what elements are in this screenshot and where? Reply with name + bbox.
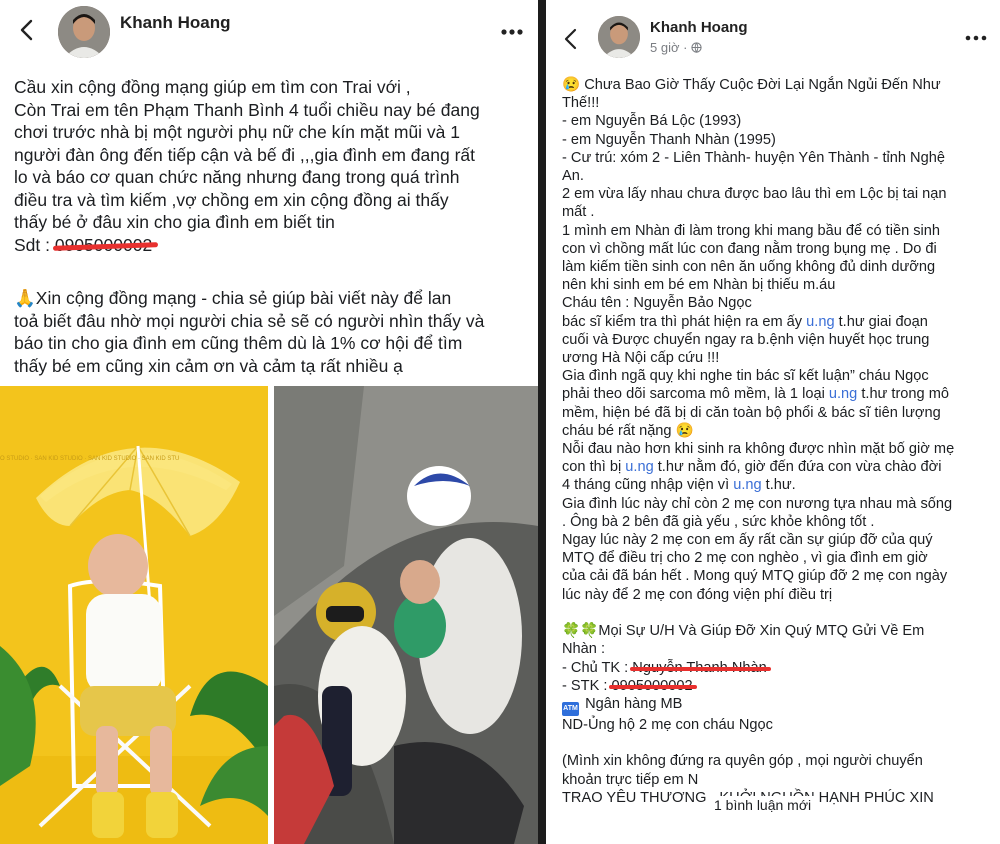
avatar[interactable]: [58, 6, 110, 58]
left-post-header: Khanh Hoang: [0, 0, 538, 58]
text-line: Nhàn :: [562, 641, 605, 658]
crying-face-emoji: 😢: [675, 422, 694, 439]
hashtag-link[interactable]: u.ng: [625, 459, 653, 475]
text-line: điều tra và tìm kiếm ,vợ chồng em xin cộ…: [14, 189, 449, 210]
text-line: Còn Trai em tên Phạm Thanh Bình 4 tuổi c…: [14, 99, 480, 120]
post-author-name[interactable]: Khanh Hoang: [650, 19, 748, 36]
text-line: toả biết đâu nhờ mọi người chia sẻ sẽ có…: [14, 310, 485, 331]
text-line: con vì chồng mất lúc con đang nằm trong …: [562, 240, 937, 257]
text-line: nên khi sinh em bé em Nhàn bị thiếu m.áu: [562, 277, 836, 294]
text-line: 2 em vừa lấy nhau chưa được bao lâu thì …: [562, 186, 947, 203]
text-line: làm kiếm tiền sinh con nên ăn uống không…: [562, 259, 936, 276]
post-title: Thế!!!: [562, 95, 600, 112]
bank-line: ATM Ngân hàng MB: [562, 695, 990, 716]
text-line: Cháu tên : Nguyễn Bảo Ngọc: [562, 295, 752, 312]
globe-icon: [691, 42, 702, 53]
avatar[interactable]: [598, 16, 640, 58]
right-post-body-text: 😢 Chưa Bao Giờ Thấy Cuộc Đời Lại Ngắn Ng…: [562, 76, 990, 807]
text-line: cuối và Được chuyển ngay ra b.ệnh viện h…: [562, 331, 930, 348]
text-line: Cầu xin cộng đồng mạng giúp em tìm con T…: [14, 77, 411, 97]
hashtag-link[interactable]: u.ng: [733, 477, 761, 493]
text-line: ương Hà Nội cấp cứu !!!: [562, 350, 720, 367]
text-line: . Ông bà 2 bên đã già yếu , sức khỏe khô…: [562, 513, 875, 530]
text-line: thấy bé ở đâu xin cho gia đình em biết t…: [14, 212, 335, 232]
account-number-redacted: 0905000002: [609, 677, 697, 694]
atm-icon: ATM: [562, 701, 579, 716]
post-body-paragraph-2: 🙏Xin cộng đồng mạng - chia sẻ giúp bài v…: [14, 287, 526, 377]
text-line: người đàn ông đến tiếp cận và bế đi ,,,g…: [14, 144, 476, 165]
text-line: lo và báo cơ quan chức năng nhưng đang t…: [14, 167, 460, 187]
text-line: - em Nguyễn Thanh Nhàn (1995): [562, 131, 776, 148]
crying-face-emoji: 😢: [562, 77, 581, 93]
right-post-header: Khanh Hoang 5 giờ ·: [546, 0, 1000, 58]
back-arrow-icon[interactable]: [560, 27, 584, 51]
text-line: phải theo dõi sarcoma mô mềm, là 1 loại …: [562, 386, 949, 403]
text-line: - Cư trú: xóm 2 - Liên Thành- huyện Yên …: [562, 149, 945, 166]
back-arrow-icon[interactable]: [16, 18, 40, 42]
text-line: cháu bé rất nặng 😢: [562, 422, 694, 439]
text-line: thấy bé em cũng xin cảm ơn và cảm tạ rất…: [14, 355, 403, 376]
text-line: Ngay lúc này 2 mẹ con em ấy rất cần sự g…: [562, 532, 933, 549]
phone-number-redacted: 0905000002: [54, 234, 153, 255]
text-line: ND-Ủng hộ 2 mẹ con cháu Ngọc: [562, 716, 773, 733]
text-line: lúc này để 2 mẹ con đóng viện phí điều t…: [562, 586, 833, 603]
text-line: 🙏Xin cộng đồng mạng - chia sẻ giúp bài v…: [14, 288, 452, 308]
more-options-icon[interactable]: [498, 22, 526, 42]
post-meta: 5 giờ ·: [650, 40, 702, 55]
text-line: 1 mình em Nhàn đi làm trong khi mang bầu…: [562, 222, 941, 239]
new-comment-badge[interactable]: 1 bình luận mới: [708, 796, 818, 814]
text-line: mềm, hiện bé đã bị di căn toàn bộ phổi &…: [562, 404, 941, 421]
post-time: 5 giờ ·: [650, 40, 688, 55]
text-line: (Mình xin không đứng ra quyên góp , mọi …: [562, 753, 923, 770]
text-line: An.: [562, 168, 584, 185]
post-title: 😢 Chưa Bao Giờ Thấy Cuộc Đời Lại Ngắn Ng…: [562, 77, 941, 93]
text-line: chơi trước nhà bị một người phụ nữ che k…: [14, 122, 461, 142]
text-line: bác sĩ kiểm tra thì phát hiện ra em ấy u…: [562, 313, 928, 330]
text-line: 4 tháng cũng nhập viện vì u.ng t.hư.: [562, 477, 796, 494]
text-line: báo tin cho gia đình em cũng thêm dù là …: [14, 333, 463, 353]
text-line: mất .: [562, 204, 595, 221]
account-number-line: - STK : 0905000002: [562, 677, 697, 694]
phone-line: Sdt : 0905000002: [14, 234, 526, 257]
account-holder-line: - Chủ TK : Nguyễn Thanh Nhàn: [562, 659, 772, 676]
text-line: con thì bị u.ng t.hư nằm đó, giờ đến đứa…: [562, 459, 942, 476]
text-line: Gia đình lúc này chỉ còn 2 mẹ con nương …: [562, 495, 953, 512]
clover-emoji: 🍀🍀: [562, 623, 599, 640]
text-line: Nỗi đau nào hơn khi sinh ra không được n…: [562, 441, 955, 458]
text-line: khoản trực tiếp em N: [562, 771, 699, 788]
text-line: Gia đình ngã quỵ khi nghe tin bác sĩ kết…: [562, 368, 929, 385]
post-photo-child[interactable]: O STUDIO · SAN KID STUDIO · SAN KID STUD…: [0, 386, 268, 844]
text-line: MTQ để điều trị cho 2 mẹ con nghèo , vì …: [562, 550, 928, 567]
phone-label: Sdt :: [14, 234, 55, 255]
more-options-icon[interactable]: [962, 28, 990, 48]
post-body-text: Cầu xin cộng đồng mạng giúp em tìm con T…: [14, 76, 526, 256]
text-line: của cải đã bán hết . Mong quý MTQ giúp đ…: [562, 568, 948, 585]
hashtag-link[interactable]: u.ng: [806, 314, 834, 330]
post-author-name[interactable]: Khanh Hoang: [120, 13, 231, 33]
text-line: - em Nguyễn Bá Lộc (1993): [562, 113, 742, 130]
hashtag-link[interactable]: u.ng: [829, 386, 857, 402]
text-line: 🍀🍀Mọi Sự U/H Và Giúp Đỡ Xin Quý MTQ Gửi …: [562, 623, 925, 640]
account-name-redacted: Nguyễn Thanh Nhàn: [630, 659, 772, 676]
praying-hands-emoji: 🙏: [14, 288, 36, 308]
left-post-screenshot: Khanh Hoang Cầu xin cộng đồng mạng giúp …: [0, 0, 538, 844]
photo-watermark: O STUDIO · SAN KID STUDIO · SAN KID STUD…: [0, 456, 179, 462]
post-photo-cctv[interactable]: [274, 386, 538, 844]
